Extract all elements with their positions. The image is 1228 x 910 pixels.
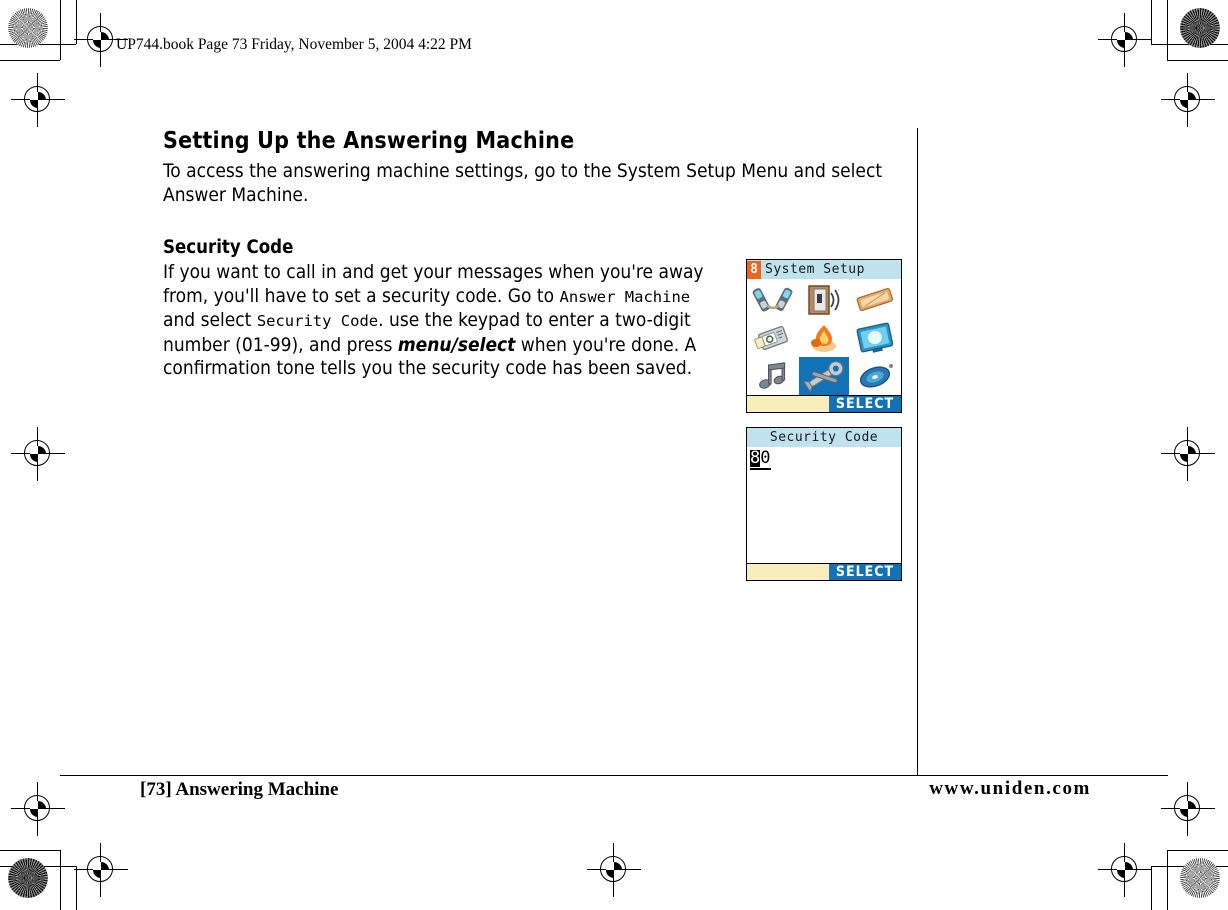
color-rosette-top-right: [1180, 8, 1220, 48]
content-column-divider: [917, 128, 918, 776]
menu-item-phonebook[interactable]: [748, 319, 799, 357]
crosshair-center: [606, 862, 622, 878]
menu-item-ringer[interactable]: [799, 281, 850, 319]
address-book-icon: [752, 321, 794, 355]
rosette-pattern: [1180, 858, 1220, 898]
footer-divider: [60, 775, 1168, 776]
menu-item-tray[interactable]: [849, 281, 900, 319]
page-title: Setting Up the Answering Machine: [163, 128, 575, 154]
footer-page-label: [73] Answering Machine: [140, 779, 339, 800]
crosshair-center: [30, 801, 46, 817]
lcd-system-setup-screen: 8 System Setup SELECT: [746, 259, 902, 413]
crosshair-center: [1117, 32, 1133, 48]
menu-number-badge: 8: [747, 260, 761, 279]
menu-term-security-code: Security Code: [256, 312, 379, 330]
crosshair-center: [93, 32, 109, 48]
rosette-pattern: [1180, 8, 1220, 48]
security-code-digit-2[interactable]: 0: [760, 450, 770, 467]
crop-line-bottom-right-outer: [1167, 850, 1228, 851]
registration-mark-middle-left: [11, 427, 65, 481]
security-code-field[interactable]: 80: [750, 450, 771, 470]
lcd-body: 80 SELECT: [747, 447, 901, 580]
registration-mark-upper-left-corner: [11, 73, 65, 127]
softkey-select-button[interactable]: SELECT: [829, 396, 901, 412]
security-text-part-2: and select: [163, 309, 257, 331]
registration-mark-lower-left-corner: [11, 782, 65, 836]
music-notes-icon: [752, 359, 794, 393]
rosette-pattern: [8, 858, 48, 898]
crosshair-center: [30, 446, 46, 462]
crosshair-center: [1180, 92, 1196, 108]
crosshair-center: [30, 92, 46, 108]
color-rosette-bottom-left: [8, 858, 48, 898]
lcd-security-code-screen: Security Code 80 SELECT: [746, 427, 902, 581]
registration-mark-middle-right: [1161, 427, 1215, 481]
crop-line-bottom-right-outer: [1167, 850, 1168, 910]
crosshair-center: [1180, 446, 1196, 462]
rosette-pattern: [8, 8, 48, 48]
book-file-header: UP744.book Page 73 Friday, November 5, 2…: [116, 36, 472, 53]
menu-item-melody[interactable]: [748, 357, 799, 395]
color-rosette-top-left: [8, 8, 48, 48]
lcd-titlebar: Security Code: [747, 428, 901, 447]
lcd-softkey-bar: SELECT: [747, 563, 901, 580]
lcd-title-security-code: Security Code: [769, 430, 879, 445]
two-handsets-intercom-icon: [752, 283, 794, 317]
display-monitor-icon: [854, 321, 896, 355]
registration-mark-top-center: [1098, 13, 1152, 67]
crop-line-bottom-left-outer: [60, 850, 61, 910]
footer-website: www.uniden.com: [929, 778, 1091, 799]
crop-line-left-outer: [60, 0, 61, 60]
crop-line-top-outer: [0, 60, 60, 61]
crop-line-right-outer: [1167, 0, 1168, 60]
registration-mark-bottom-right: [1098, 843, 1152, 897]
crosshair-center: [1180, 801, 1196, 817]
menu-item-intercom[interactable]: [748, 281, 799, 319]
lcd-body: SELECT: [747, 279, 901, 412]
crosshair-center: [93, 862, 109, 878]
menu-item-system-setup-selected[interactable]: [798, 357, 850, 395]
softkey-left-empty: [747, 564, 829, 580]
security-code-paragraph: If you want to call in and get your mess…: [163, 261, 723, 381]
crop-line-bottom-outer: [0, 850, 60, 851]
security-code-digit-1[interactable]: 8: [750, 450, 761, 467]
wrench-tools-icon: [802, 359, 846, 393]
subsection-title: Security Code: [163, 237, 294, 258]
registration-mark-upper-right-corner: [1161, 73, 1215, 127]
registration-mark-bottom-left: [74, 843, 128, 897]
menu-icon-grid: [747, 279, 901, 395]
lcd-titlebar: 8 System Setup: [747, 260, 901, 279]
flame-alert-icon: [803, 321, 845, 355]
menu-item-alert-tone[interactable]: [799, 319, 850, 357]
wooden-tray-icon: [854, 283, 896, 317]
color-rosette-bottom-right: [1180, 858, 1220, 898]
lcd-title-system-setup: System Setup: [765, 262, 865, 277]
menu-item-disc[interactable]: [849, 357, 900, 395]
crosshair-center: [1117, 862, 1133, 878]
intro-paragraph: To access the answering machine settings…: [163, 160, 883, 206]
registration-mark-lower-right-corner: [1161, 782, 1215, 836]
softkey-left-empty: [747, 396, 829, 412]
menu-item-display[interactable]: [849, 319, 900, 357]
menu-term-answer-machine: Answer Machine: [559, 287, 691, 306]
crop-line-top-right-outer: [1167, 60, 1228, 61]
registration-mark-bottom-center: [587, 843, 641, 897]
blue-disc-icon: [854, 359, 896, 393]
lcd-softkey-bar: SELECT: [747, 395, 901, 412]
security-code-entry-area[interactable]: 80: [747, 447, 901, 563]
door-ringer-icon: [803, 283, 845, 317]
key-label-menu-select: menu/select: [397, 333, 516, 356]
softkey-select-button[interactable]: SELECT: [829, 564, 901, 580]
